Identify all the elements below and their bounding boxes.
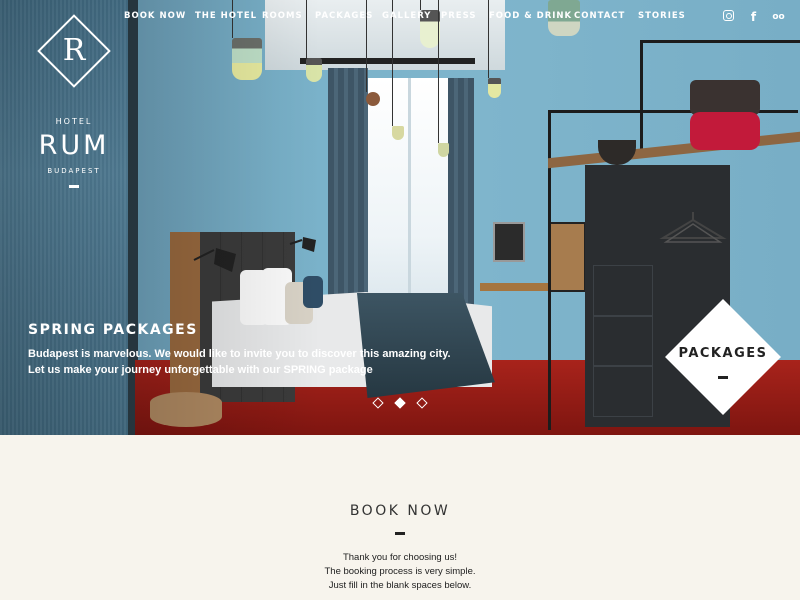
hero-text-line: Let us make your journey unforgettable w… <box>28 364 373 376</box>
booking-dash <box>395 532 405 535</box>
logo-dash <box>69 185 79 188</box>
logo-name[interactable]: RUM <box>24 130 124 161</box>
tripadvisor-icon[interactable]: oo <box>772 10 785 24</box>
wooden-stool <box>150 392 222 427</box>
facebook-icon[interactable]: f <box>747 10 760 24</box>
slider-dot[interactable] <box>416 397 428 409</box>
nav-item-rooms[interactable]: ROOMS <box>262 11 303 21</box>
nav-item-press[interactable]: PRESS <box>441 11 476 21</box>
window <box>360 78 460 303</box>
slider-dot[interactable] <box>372 397 384 409</box>
packages-label[interactable]: PACKAGES <box>665 346 781 361</box>
dark-vase <box>690 80 760 115</box>
pillow <box>303 276 323 308</box>
social-links: f oo <box>722 10 785 24</box>
logo-city: BUDAPEST <box>47 167 101 175</box>
curtain-right <box>448 78 474 313</box>
tv <box>493 222 525 262</box>
slider-dot-active[interactable] <box>394 397 406 409</box>
nav-item-food-drink[interactable]: FOOD & DRINK <box>489 11 572 21</box>
logo-letter[interactable]: R <box>61 33 87 69</box>
nav-item-contact[interactable]: CONTACT <box>574 11 625 21</box>
slider-dots <box>372 397 432 411</box>
wall-lamp-icon <box>193 248 236 272</box>
booking-title: BOOK NOW <box>349 503 451 519</box>
packages-dash <box>718 376 728 379</box>
booking-text-line: The booking process is very simple. <box>324 566 476 577</box>
desk <box>480 283 555 291</box>
nav-item-gallery[interactable]: GALLERY <box>382 11 431 21</box>
logo-hotel-text: HOTEL <box>55 117 93 126</box>
booking-text-line: Just fill in the blank spaces below. <box>328 580 472 591</box>
nav-item-the-hotel[interactable]: THE HOTEL <box>195 11 257 21</box>
nav-item-stories[interactable]: STORIES <box>638 11 686 21</box>
wall-lamp-icon <box>289 237 316 252</box>
curtain-rod <box>300 58 475 64</box>
curtain-left <box>328 68 368 313</box>
nav-item-book-now[interactable]: BOOK NOW <box>124 11 186 21</box>
red-vase <box>690 112 760 150</box>
hero-title: SPRING PACKAGES <box>28 322 198 338</box>
booking-text-line: Thank you for choosing us! <box>342 552 458 563</box>
hero-text-line: Budapest is marvelous. We would like to … <box>28 348 451 360</box>
coat-hangers <box>659 212 727 243</box>
nav-item-packages[interactable]: PACKAGES <box>315 11 373 21</box>
instagram-icon[interactable] <box>722 10 735 24</box>
